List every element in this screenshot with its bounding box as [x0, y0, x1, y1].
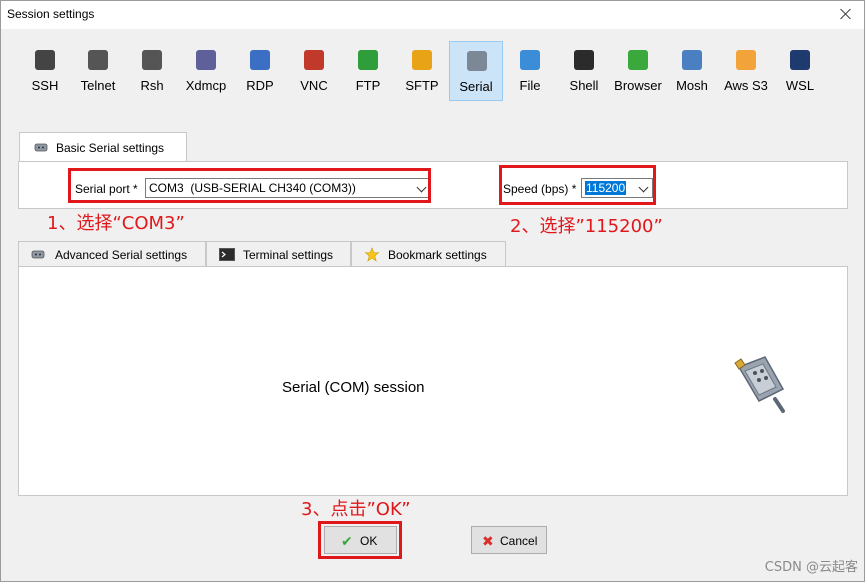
protocol-toolbar: SSH Telnet Rsh Xdmcp RDP VNC FTP SFTP Se… [18, 41, 848, 101]
ok-label: OK [360, 534, 378, 548]
tab-label: Bookmark settings [388, 248, 487, 262]
terminal-icon [219, 248, 235, 261]
aws-s3-icon [736, 50, 756, 70]
highlight-serial-port [68, 168, 431, 203]
tab-terminal-settings[interactable]: Terminal settings [206, 241, 351, 267]
watermark: CSDN @云起客 [764, 560, 858, 575]
title-bar: Session settings [1, 1, 864, 29]
serial-connector-icon [734, 356, 785, 413]
close-icon[interactable] [838, 6, 854, 22]
protocol-shell[interactable]: Shell [557, 41, 611, 101]
shell-icon [574, 50, 594, 70]
close-icon: ✖ [482, 533, 494, 549]
protocol-mosh[interactable]: Mosh [665, 41, 719, 101]
protocol-label: Telnet [80, 78, 116, 93]
star-icon [364, 247, 380, 262]
protocol-label: VNC [300, 78, 328, 93]
cancel-label: Cancel [500, 534, 538, 548]
tab-label: Basic Serial settings [56, 141, 165, 155]
check-icon: ✔ [341, 533, 353, 549]
ok-button[interactable]: ✔ OK [324, 526, 397, 554]
ftp-icon [358, 50, 378, 70]
annotation-step3: 3、点击”OK” [301, 499, 411, 520]
protocol-label: RDP [246, 78, 274, 93]
protocol-label: SSH [31, 78, 59, 93]
session-description: Serial (COM) session [282, 379, 425, 396]
protocol-label: Xdmcp [185, 78, 227, 93]
sftp-icon [412, 50, 432, 70]
tab-label: Terminal settings [243, 248, 334, 262]
serial-icon [467, 51, 487, 71]
protocol-label: Rsh [140, 78, 164, 93]
annotation-step2: 2、选择”115200” [510, 216, 663, 237]
tab-advanced-serial-settings[interactable]: Advanced Serial settings [18, 241, 206, 267]
protocol-label: SFTP [405, 78, 439, 93]
protocol-label: Aws S3 [724, 78, 768, 93]
serial-connector-icon [34, 143, 48, 152]
tab-bookmark-settings[interactable]: Bookmark settings [351, 241, 506, 267]
mosh-icon [682, 50, 702, 70]
protocol-serial[interactable]: Serial [449, 41, 503, 101]
rdp-icon [250, 50, 270, 70]
protocol-label: FTP [355, 78, 381, 93]
protocol-sftp[interactable]: SFTP [395, 41, 449, 101]
session-settings-dialog: Session settings SSH Telnet Rsh Xdmcp RD… [0, 0, 865, 582]
protocol-label: Serial [459, 79, 493, 94]
xdmcp-icon [196, 50, 216, 70]
annotation-step1: 1、选择“COM3” [47, 213, 185, 234]
protocol-label: Mosh [676, 78, 708, 93]
tab-label: Advanced Serial settings [55, 248, 188, 262]
protocol-label: Shell [569, 78, 599, 93]
rsh-icon [142, 50, 162, 70]
protocol-label: Browser [614, 78, 662, 93]
protocol-rsh[interactable]: Rsh [125, 41, 179, 101]
session-panel: Serial (COM) session [18, 266, 848, 496]
protocol-wsl[interactable]: WSL [773, 41, 827, 101]
protocol-telnet[interactable]: Telnet [71, 41, 125, 101]
telnet-icon [88, 50, 108, 70]
protocol-label: WSL [785, 78, 815, 93]
protocol-browser[interactable]: Browser [611, 41, 665, 101]
protocol-aws-s3[interactable]: Aws S3 [719, 41, 773, 101]
highlight-speed [499, 165, 656, 205]
protocol-ssh[interactable]: SSH [18, 41, 72, 101]
protocol-xdmcp[interactable]: Xdmcp [179, 41, 233, 101]
file-icon [520, 50, 540, 70]
cancel-button[interactable]: ✖ Cancel [471, 526, 547, 554]
serial-connector-icon [31, 250, 45, 259]
protocol-label: File [519, 78, 541, 93]
protocol-rdp[interactable]: RDP [233, 41, 287, 101]
protocol-ftp[interactable]: FTP [341, 41, 395, 101]
vnc-icon [304, 50, 324, 70]
protocol-vnc[interactable]: VNC [287, 41, 341, 101]
wsl-icon [790, 50, 810, 70]
ssh-icon [35, 50, 55, 70]
protocol-file[interactable]: File [503, 41, 557, 101]
tab-basic-serial-settings[interactable]: Basic Serial settings [19, 132, 187, 162]
browser-icon [628, 50, 648, 70]
window-title: Session settings [7, 7, 95, 21]
